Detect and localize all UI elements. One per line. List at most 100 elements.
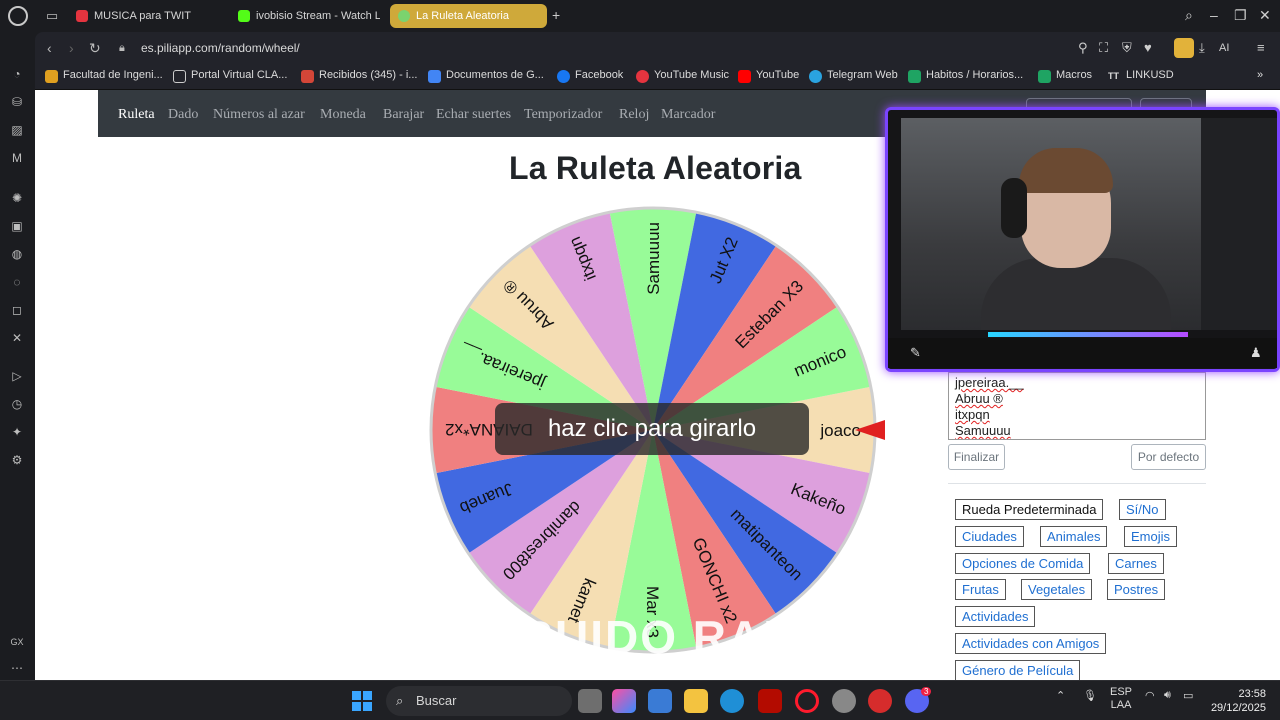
- taskbar-search[interactable]: ⌕ Buscar: [386, 686, 572, 716]
- pinboard-icon[interactable]: ▨: [9, 122, 25, 138]
- forward-icon[interactable]: ›: [69, 40, 74, 56]
- tab-stream[interactable]: ivobisio Stream - Watch L: [230, 4, 380, 28]
- search-tabs-icon[interactable]: ⌕: [1185, 7, 1193, 24]
- bookmark-label: YouTube: [756, 69, 800, 81]
- bookmark-item[interactable]: TT LINKUSD: [1108, 69, 1174, 81]
- url-field[interactable]: es.piliapp.com/random/wheel/: [141, 41, 300, 55]
- opera-gx-icon[interactable]: [795, 689, 819, 713]
- preset-ciudades[interactable]: Ciudades: [955, 526, 1024, 547]
- download-icon[interactable]: ⤓: [1199, 40, 1205, 56]
- bookmark-item[interactable]: YouTube: [738, 69, 800, 83]
- bookmark-item[interactable]: Habitos / Horarios...: [908, 69, 1023, 83]
- restore-icon[interactable]: ❐: [1234, 7, 1247, 24]
- nav-dado[interactable]: Dado: [168, 107, 198, 123]
- bookmark-item[interactable]: Facebook: [557, 69, 623, 83]
- nav-ruleta[interactable]: Ruleta: [118, 107, 155, 123]
- nav-echar-suertes[interactable]: Echar suertes: [436, 107, 511, 123]
- snapshot-icon[interactable]: ⛶: [1099, 40, 1108, 56]
- preset-emojis[interactable]: Emojis: [1124, 526, 1178, 547]
- language-indicator[interactable]: ESP LAA: [1110, 686, 1132, 712]
- copilot-icon[interactable]: [612, 689, 636, 713]
- chatgpt-icon[interactable]: ✺: [9, 190, 25, 206]
- extensions-icon[interactable]: ✦: [9, 424, 25, 440]
- bookmark-label: Recibidos (345) - i...: [319, 69, 418, 81]
- shield-icon[interactable]: ⛨: [1122, 40, 1132, 56]
- photos-icon[interactable]: [648, 689, 672, 713]
- back-icon[interactable]: ‹: [47, 40, 52, 56]
- preset-carnes[interactable]: Carnes: [1108, 553, 1164, 574]
- preset-si-no[interactable]: Sí/No: [1119, 499, 1166, 520]
- nav-barajar[interactable]: Barajar: [383, 107, 424, 123]
- preset-opciones-comida[interactable]: Opciones de Comida: [955, 553, 1091, 574]
- gmail-icon[interactable]: M: [9, 150, 25, 166]
- bookmark-item[interactable]: Portal Virtual CLA...: [173, 69, 287, 83]
- date-label: 29/12/2025: [1210, 702, 1266, 714]
- task-view-icon[interactable]: [578, 689, 602, 713]
- finalize-button[interactable]: Finalizar: [948, 444, 1005, 470]
- spin-hint[interactable]: haz clic para girarlo: [495, 403, 809, 455]
- workspaces-icon[interactable]: ▭: [44, 8, 60, 24]
- microphone-icon[interactable]: 🎙︎: [1083, 689, 1097, 702]
- tray-chevron-icon[interactable]: ⌃: [1056, 689, 1065, 702]
- ai-button[interactable]: AI: [1219, 42, 1229, 54]
- close-icon[interactable]: ✕: [1259, 7, 1271, 24]
- linkusd-icon: TT: [1108, 71, 1119, 81]
- aria-icon[interactable]: ◔: [9, 66, 25, 82]
- tab-ruleta[interactable]: La Ruleta Aleatoria: [390, 4, 547, 28]
- preset-postres[interactable]: Postres: [1107, 579, 1166, 600]
- page-title: La Ruleta Aleatoria: [509, 150, 802, 186]
- nav-reloj[interactable]: Reloj: [619, 107, 649, 123]
- gx-icon[interactable]: GX: [9, 634, 25, 650]
- twitch-icon[interactable]: ▣: [9, 218, 25, 234]
- edge-icon[interactable]: [720, 689, 744, 713]
- opera-logo-icon[interactable]: [8, 6, 28, 26]
- windows-start-icon[interactable]: [352, 691, 372, 711]
- preset-animales[interactable]: Animales: [1040, 526, 1108, 547]
- minimize-icon[interactable]: –: [1210, 7, 1218, 23]
- battery-icon[interactable]: ▭: [1183, 689, 1193, 702]
- reload-icon[interactable]: ↻: [89, 40, 101, 56]
- messenger-icon[interactable]: ◍: [9, 246, 25, 262]
- heart-icon[interactable]: ♥: [1144, 40, 1152, 55]
- crypto-wallet-icon[interactable]: ⛁: [9, 94, 25, 110]
- default-button[interactable]: Por defecto: [1131, 444, 1206, 470]
- player-icon[interactable]: ▷: [9, 368, 25, 384]
- preset-vegetales[interactable]: Vegetales: [1021, 579, 1093, 600]
- page-icon: [173, 70, 186, 83]
- whatsapp-icon[interactable]: ◌: [9, 274, 25, 290]
- wifi-icon[interactable]: ◠: [1145, 689, 1155, 702]
- taskbar-clock[interactable]: 23:58 29/12/2025: [1200, 687, 1266, 715]
- preset-frutas[interactable]: Frutas: [955, 579, 1006, 600]
- volume-icon[interactable]: 🔊︎: [1164, 689, 1171, 702]
- headset-icon: [1001, 178, 1027, 238]
- history-icon[interactable]: ◷: [9, 396, 25, 412]
- profile-avatar[interactable]: [1174, 38, 1194, 58]
- bookmark-item[interactable]: Macros: [1038, 69, 1092, 83]
- bookmark-item[interactable]: Recibidos (345) - i...: [301, 69, 418, 83]
- bookmark-item[interactable]: Telegram Web: [809, 69, 898, 83]
- preset-rueda-predeterminada[interactable]: Rueda Predeterminada: [955, 499, 1104, 520]
- obs-icon[interactable]: [832, 689, 856, 713]
- acrobat-icon[interactable]: [758, 689, 782, 713]
- app-icon[interactable]: [868, 689, 892, 713]
- x-twitter-icon[interactable]: ✕: [9, 330, 25, 346]
- nav-temporizador[interactable]: Temporizador: [524, 107, 602, 123]
- more-bookmarks-icon[interactable]: »: [1257, 69, 1263, 81]
- settings-gear-icon[interactable]: ⚙: [9, 452, 25, 468]
- telegram-icon: [809, 70, 822, 83]
- nav-numeros[interactable]: Números al azar: [213, 107, 305, 123]
- bookmark-item[interactable]: Facultad de Ingeni...: [45, 69, 163, 83]
- tab-music[interactable]: MUSICA para TWIT: [68, 4, 220, 28]
- new-tab-icon[interactable]: +: [552, 8, 560, 22]
- nav-moneda[interactable]: Moneda: [320, 107, 366, 123]
- pencil-icon: ✎: [910, 345, 921, 360]
- more-icon[interactable]: ⋯: [9, 660, 25, 676]
- entries-textarea[interactable]: jpereiraa.__ Abruu ® itxpqn Samuuuu: [948, 372, 1206, 440]
- nav-marcador[interactable]: Marcador: [661, 107, 715, 123]
- instagram-icon[interactable]: ◻: [9, 302, 25, 318]
- pin-icon[interactable]: ⚲: [1078, 40, 1088, 56]
- file-explorer-icon[interactable]: [684, 689, 708, 713]
- bookmark-item[interactable]: YouTube Music: [636, 69, 729, 83]
- menu-icon[interactable]: ≡: [1257, 40, 1265, 55]
- bookmark-item[interactable]: Documentos de G...: [428, 69, 544, 83]
